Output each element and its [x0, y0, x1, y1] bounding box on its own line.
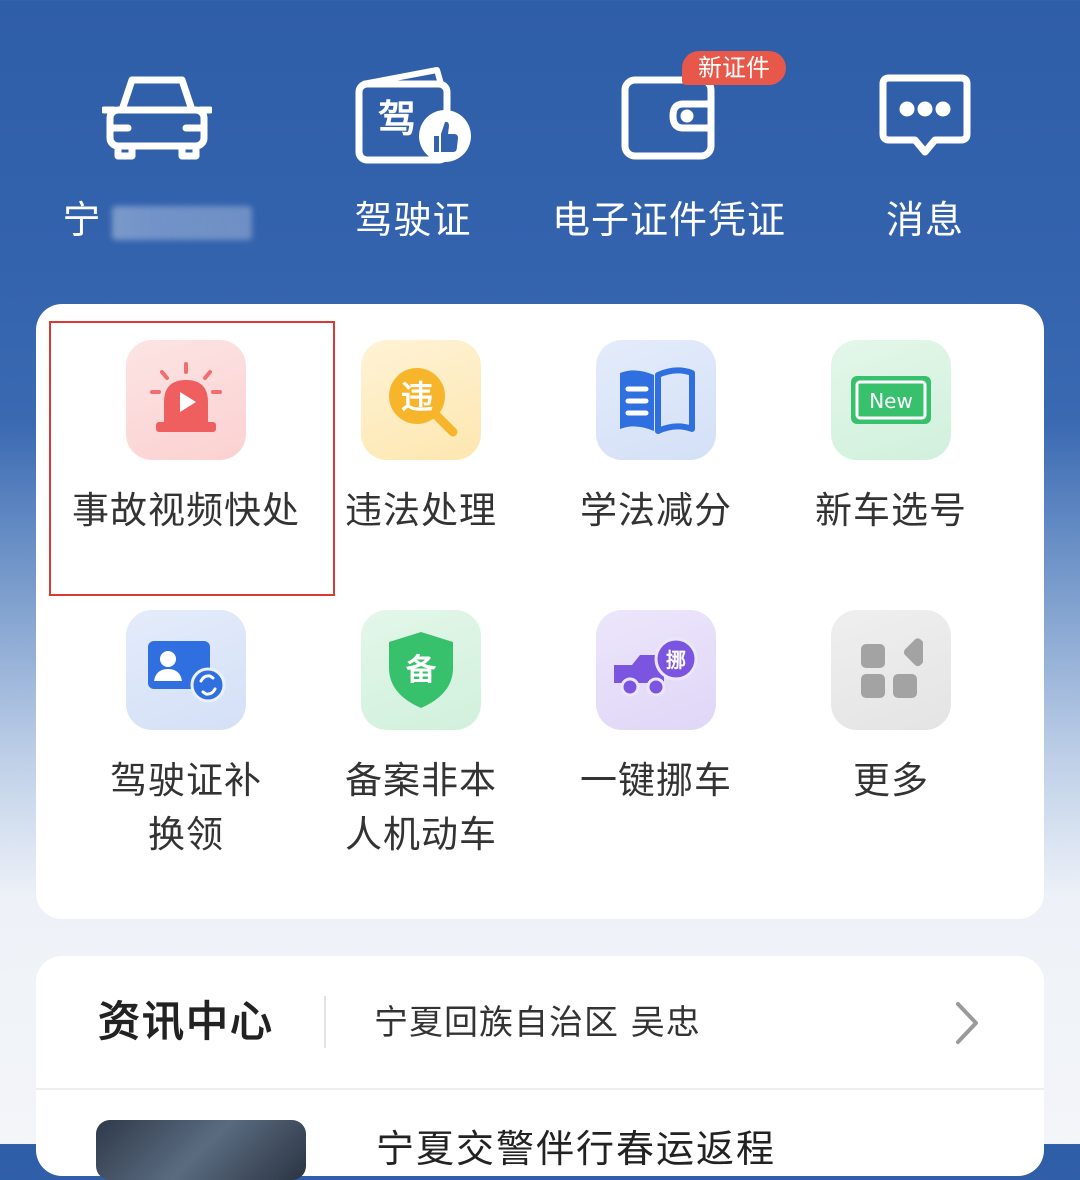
- svg-text:违: 违: [401, 378, 433, 416]
- vehicle-label: 宁: [22, 196, 292, 244]
- new-certificate-badge: 新证件: [682, 51, 786, 85]
- services-card: 事故视频快处 违 违法处理 学法减分 New 新车选号 驾驶证补换领 备 备案非…: [36, 304, 1044, 919]
- message-icon: [879, 74, 971, 156]
- license-exchange-icon: [126, 610, 246, 730]
- redacted-plate: [111, 205, 252, 240]
- service-vehicle-record[interactable]: 备 备案非本人机动车: [303, 610, 539, 862]
- driver-license-label: 驾驶证: [354, 198, 472, 242]
- alarm-video-icon: [126, 340, 246, 460]
- new-plate-icon: New: [831, 340, 951, 460]
- service-label: 一键挪车: [580, 759, 732, 802]
- news-center-title: 资讯中心: [98, 997, 275, 1046]
- service-move-car[interactable]: 挪 一键挪车: [538, 610, 774, 808]
- service-label: 驾驶证补换领: [110, 759, 262, 856]
- more-grid-icon: [831, 610, 951, 730]
- svg-text:备: 备: [406, 653, 437, 688]
- news-separator: [36, 1088, 1044, 1090]
- news-thumbnail[interactable]: [96, 1120, 306, 1180]
- service-violation[interactable]: 违 违法处理: [303, 340, 539, 538]
- news-headline[interactable]: 宁夏交警伴行春运返程: [376, 1118, 776, 1173]
- violation-search-icon: 违: [361, 340, 481, 460]
- car-icon: [102, 76, 212, 160]
- e-certificate-entry[interactable]: 新证件 电子证件凭证: [534, 51, 804, 244]
- svg-text:New: New: [869, 389, 913, 413]
- driver-license-icon: 驾: [355, 67, 471, 164]
- news-ticker[interactable]: 宁夏回族自治区 吴忠: [374, 1002, 701, 1044]
- service-label: 违法处理: [345, 489, 497, 532]
- news-card: 资讯中心 宁夏回族自治区 吴忠 宁夏交警伴行春运返程: [36, 956, 1044, 1180]
- news-divider: [324, 996, 326, 1048]
- vehicle-entry[interactable]: 宁: [22, 60, 292, 244]
- chevron-right-icon[interactable]: [952, 1000, 982, 1046]
- svg-text:挪: 挪: [666, 648, 686, 672]
- message-entry[interactable]: 消息: [790, 60, 1060, 244]
- e-certificate-label: 电子证件凭证: [551, 198, 786, 242]
- driver-license-entry[interactable]: 驾 驾驶证: [278, 60, 548, 244]
- move-truck-icon: 挪: [596, 610, 716, 730]
- service-accident-video[interactable]: 事故视频快处: [68, 340, 304, 538]
- service-label: 更多: [853, 759, 929, 802]
- message-label: 消息: [885, 198, 964, 242]
- service-new-plate[interactable]: New 新车选号: [773, 340, 1009, 538]
- service-label: 学法减分: [580, 489, 732, 532]
- service-label: 备案非本人机动车: [345, 759, 497, 856]
- book-icon: [596, 340, 716, 460]
- service-label: 事故视频快处: [72, 489, 300, 532]
- service-license-exchange[interactable]: 驾驶证补换领: [68, 610, 304, 862]
- service-study-law[interactable]: 学法减分: [538, 340, 774, 538]
- service-more[interactable]: 更多: [773, 610, 1009, 808]
- shield-record-icon: 备: [361, 610, 481, 730]
- service-label: 新车选号: [815, 489, 967, 532]
- license-char: 驾: [378, 97, 416, 141]
